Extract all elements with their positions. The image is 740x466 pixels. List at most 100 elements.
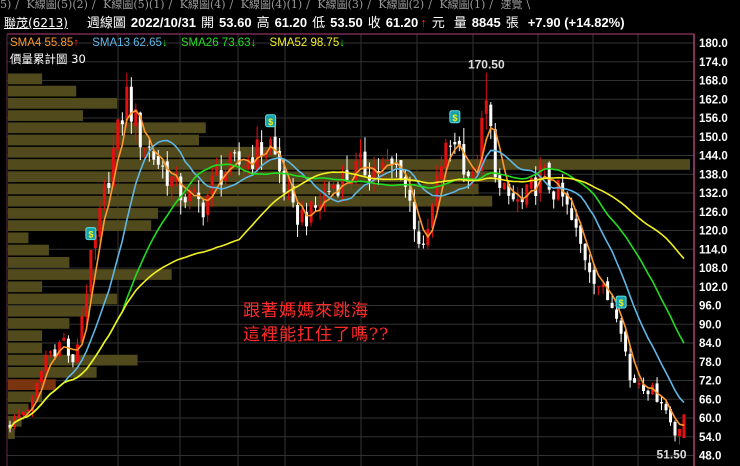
annotation-line-2: 這裡能扛住了嗎?? <box>243 325 390 345</box>
candle <box>552 190 556 209</box>
candle <box>309 199 313 227</box>
y-tick-label: 54.0 <box>699 432 721 444</box>
candle-body <box>615 309 619 319</box>
candle-body <box>102 186 106 205</box>
candle-body <box>673 421 677 436</box>
candle-body <box>183 197 187 203</box>
stock-name[interactable]: 聯茂(6213) <box>4 14 68 31</box>
candle-body <box>143 148 147 150</box>
close-value: 61.20 <box>385 15 419 30</box>
y-tick-label: 162.0 <box>699 94 728 106</box>
legend-sma52: SMA52 98.75↓ <box>269 37 345 49</box>
candle-body <box>314 205 318 208</box>
candle-body <box>129 86 133 122</box>
candle-body <box>156 155 160 165</box>
down-arrow-icon: ↓ <box>161 37 168 49</box>
volume-profile-bar <box>8 134 199 146</box>
candle-body <box>385 159 389 161</box>
candle-body <box>484 100 488 114</box>
y-tick-label: 180.0 <box>699 38 728 50</box>
volume-profile-bar <box>8 330 43 342</box>
candle-body <box>358 153 362 158</box>
candle-body <box>628 353 632 381</box>
tab[interactable]: K線圖(1) <box>439 0 485 11</box>
candle-body <box>233 152 237 154</box>
candle <box>682 414 686 439</box>
candle-body <box>309 201 313 223</box>
legend-sma4: SMA4 55.85↑ <box>10 37 80 49</box>
candle-body <box>660 402 664 404</box>
tab[interactable]: K線圖(5)(2) <box>27 0 88 11</box>
currency: 元 <box>431 16 445 31</box>
min-price-label: 51.50 <box>656 448 686 462</box>
candle-body <box>161 165 165 167</box>
y-tick-label: 108.0 <box>699 263 728 275</box>
candle <box>597 286 601 296</box>
down-arrow-icon: ↓ <box>250 37 257 49</box>
volume-profile-bar <box>8 97 118 109</box>
candle <box>421 235 425 249</box>
candle <box>201 199 205 226</box>
candle-body <box>107 182 111 189</box>
volume-profile-bar <box>8 220 152 231</box>
candle-body <box>498 175 502 188</box>
change-value: +7.90 (+14.82%) <box>527 15 625 30</box>
y-tick-label: 132.0 <box>699 188 728 200</box>
candle-body <box>345 169 349 181</box>
tab[interactable]: K線圖(4)(1) <box>241 0 302 11</box>
candle-body <box>62 337 66 341</box>
candle-body <box>588 262 592 273</box>
y-tick-label: 138.0 <box>699 169 728 181</box>
y-tick-label: 174.0 <box>699 57 728 69</box>
candle <box>417 220 421 249</box>
candle-body <box>637 383 641 385</box>
sma-legend: SMA4 55.85↑ SMA13 62.65↓ SMA26 73.63↓ SM… <box>10 37 355 49</box>
dollar-signal-icon: $ <box>449 110 461 124</box>
candle-body <box>408 189 412 201</box>
volume-profile-bar <box>8 171 500 183</box>
candle <box>619 318 623 342</box>
candle <box>673 420 677 442</box>
y-tick-label: 126.0 <box>699 207 728 219</box>
tab[interactable]: 速覽 <box>500 0 522 11</box>
tab[interactable]: K線圖(3) <box>317 0 363 11</box>
signal-glyph: $ <box>268 117 273 127</box>
candle-body <box>296 204 300 225</box>
volume-profile-bar <box>8 85 77 97</box>
volume-profile-bar <box>8 342 43 354</box>
y-tick-label: 60.0 <box>699 413 721 425</box>
candle-body <box>412 201 416 230</box>
y-tick-label: 66.0 <box>699 394 721 406</box>
down-arrow-icon: ↓ <box>339 37 345 49</box>
candle <box>588 254 592 283</box>
candle-body <box>120 120 124 125</box>
candle-body <box>664 404 668 411</box>
volume-profile-bar <box>8 232 29 244</box>
candle-body <box>206 195 210 215</box>
annotation-line-1: 跟著媽媽來跳海 <box>243 301 369 321</box>
open-label: 開 <box>201 16 215 31</box>
volume-profile-bar <box>8 305 90 317</box>
candle-body <box>39 371 43 383</box>
volume-profile-bar <box>8 208 159 219</box>
high-value: 61.20 <box>274 15 308 30</box>
candle-body <box>574 218 578 228</box>
candle-body <box>98 208 102 237</box>
candle-body <box>466 171 470 177</box>
tab[interactable]: K線圖(5)(1) <box>103 0 164 11</box>
candle-body <box>529 177 533 189</box>
tab[interactable]: K線圖(2) <box>378 0 424 11</box>
tab[interactable]: K線圖(4) <box>180 0 226 11</box>
volume-profile-bar <box>8 195 493 207</box>
y-axis: 180.0 174.0 168.0 162.0 156.0 150.0 144.0 138.0… <box>699 38 728 463</box>
candle-body <box>84 294 88 317</box>
tab[interactable]: 5) <box>0 0 11 11</box>
volume-value: 8845 <box>471 15 501 30</box>
candle-body <box>417 231 421 244</box>
candle-body <box>363 151 367 176</box>
candle <box>62 332 66 342</box>
max-price-label: 170.50 <box>468 58 505 72</box>
candle-body <box>341 171 345 194</box>
volume-profile-bar <box>8 73 43 85</box>
volume-profile-bar <box>8 159 690 170</box>
